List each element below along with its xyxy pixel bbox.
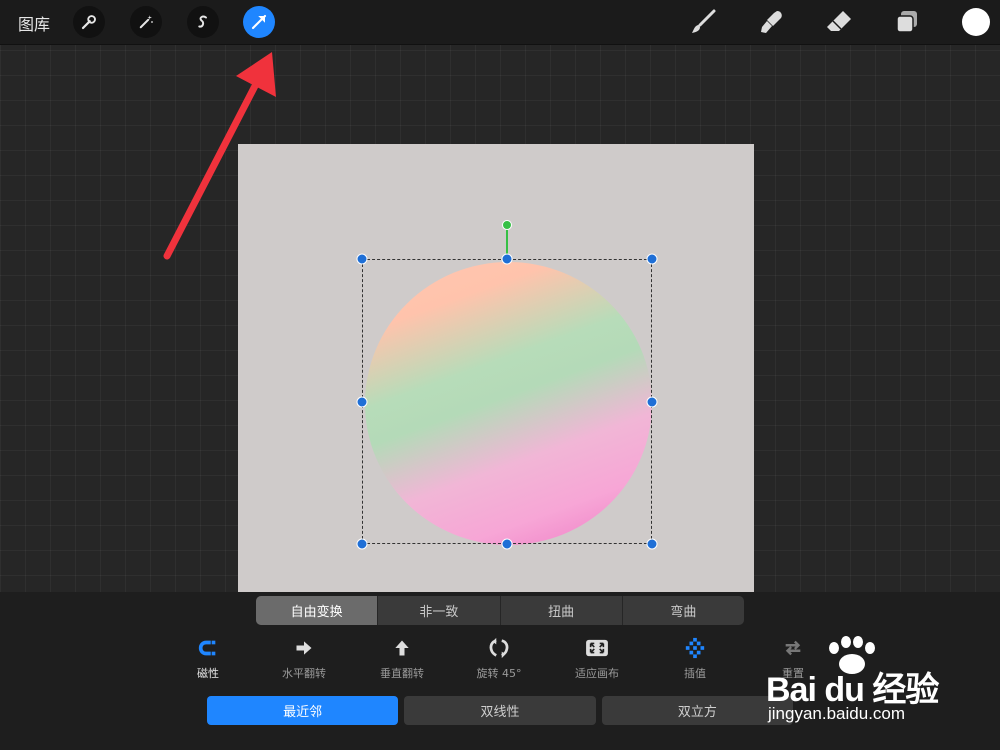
tab-distort[interactable]: 扭曲	[501, 596, 623, 625]
magnet-label: 磁性	[197, 667, 219, 680]
magnet-icon	[196, 636, 220, 660]
brush-icon[interactable]	[688, 7, 718, 37]
interpolation-icon	[683, 636, 707, 660]
handle-top-right[interactable]	[646, 253, 658, 265]
baidu-watermark: Bai du 经验 jingyan.baidu.com	[760, 636, 990, 730]
fit-canvas-label: 适应画布	[575, 667, 619, 680]
handle-top-center[interactable]	[501, 253, 513, 265]
transform-arrow-icon[interactable]	[243, 6, 275, 38]
fit-canvas-button[interactable]: 适应画布	[549, 636, 645, 686]
top-toolbar: 图库	[0, 0, 1000, 45]
layers-icon[interactable]	[892, 7, 922, 37]
tab-non-uniform[interactable]: 非一致	[378, 596, 501, 625]
handle-bottom-right[interactable]	[646, 538, 658, 550]
interpolation-label: 插值	[684, 667, 706, 680]
watermark-url: jingyan.baidu.com	[768, 704, 906, 723]
interp-nearest-button[interactable]: 最近邻	[207, 696, 399, 725]
smudge-icon[interactable]	[756, 7, 786, 37]
gallery-button[interactable]: 图库	[18, 11, 50, 35]
rotate-icon	[487, 636, 511, 660]
handle-middle-left[interactable]	[356, 396, 368, 408]
flip-horizontal-button[interactable]: 水平翻转	[256, 636, 352, 686]
interp-bilinear-button[interactable]: 双线性	[404, 696, 596, 725]
flip-vertical-icon	[390, 636, 414, 660]
rotate-45-button[interactable]: 旋转 45°	[451, 636, 547, 686]
flip-vertical-button[interactable]: 垂直翻转	[354, 636, 450, 686]
magnet-button[interactable]: 磁性	[160, 636, 256, 686]
handle-middle-right[interactable]	[646, 396, 658, 408]
selection-s-icon[interactable]	[187, 6, 219, 38]
transform-mode-tabs: 自由变换 非一致 扭曲 弯曲	[256, 596, 744, 625]
flip-horizontal-label: 水平翻转	[282, 667, 326, 680]
tab-warp[interactable]: 弯曲	[623, 596, 744, 625]
handle-bottom-center[interactable]	[501, 538, 513, 550]
flip-horizontal-icon	[292, 636, 316, 660]
color-picker[interactable]	[962, 8, 990, 36]
transform-bounding-box[interactable]	[362, 259, 652, 544]
handle-top-left[interactable]	[356, 253, 368, 265]
fit-canvas-icon	[585, 636, 609, 660]
magic-wand-icon[interactable]	[130, 6, 162, 38]
rotate-45-label: 旋转 45°	[476, 667, 522, 680]
wrench-icon[interactable]	[73, 6, 105, 38]
handle-bottom-left[interactable]	[356, 538, 368, 550]
flip-vertical-label: 垂直翻转	[380, 667, 424, 680]
interpolation-button[interactable]: 插值	[647, 636, 743, 686]
tab-freeform[interactable]: 自由变换	[256, 596, 379, 625]
transform-tools-row: 磁性 水平翻转 垂直翻转 旋转 45° 适应画布 插值 重置	[160, 636, 850, 686]
interpolation-options: 最近邻 双线性 双立方	[207, 696, 793, 725]
eraser-icon[interactable]	[824, 7, 854, 37]
rotation-handle[interactable]	[502, 220, 512, 230]
